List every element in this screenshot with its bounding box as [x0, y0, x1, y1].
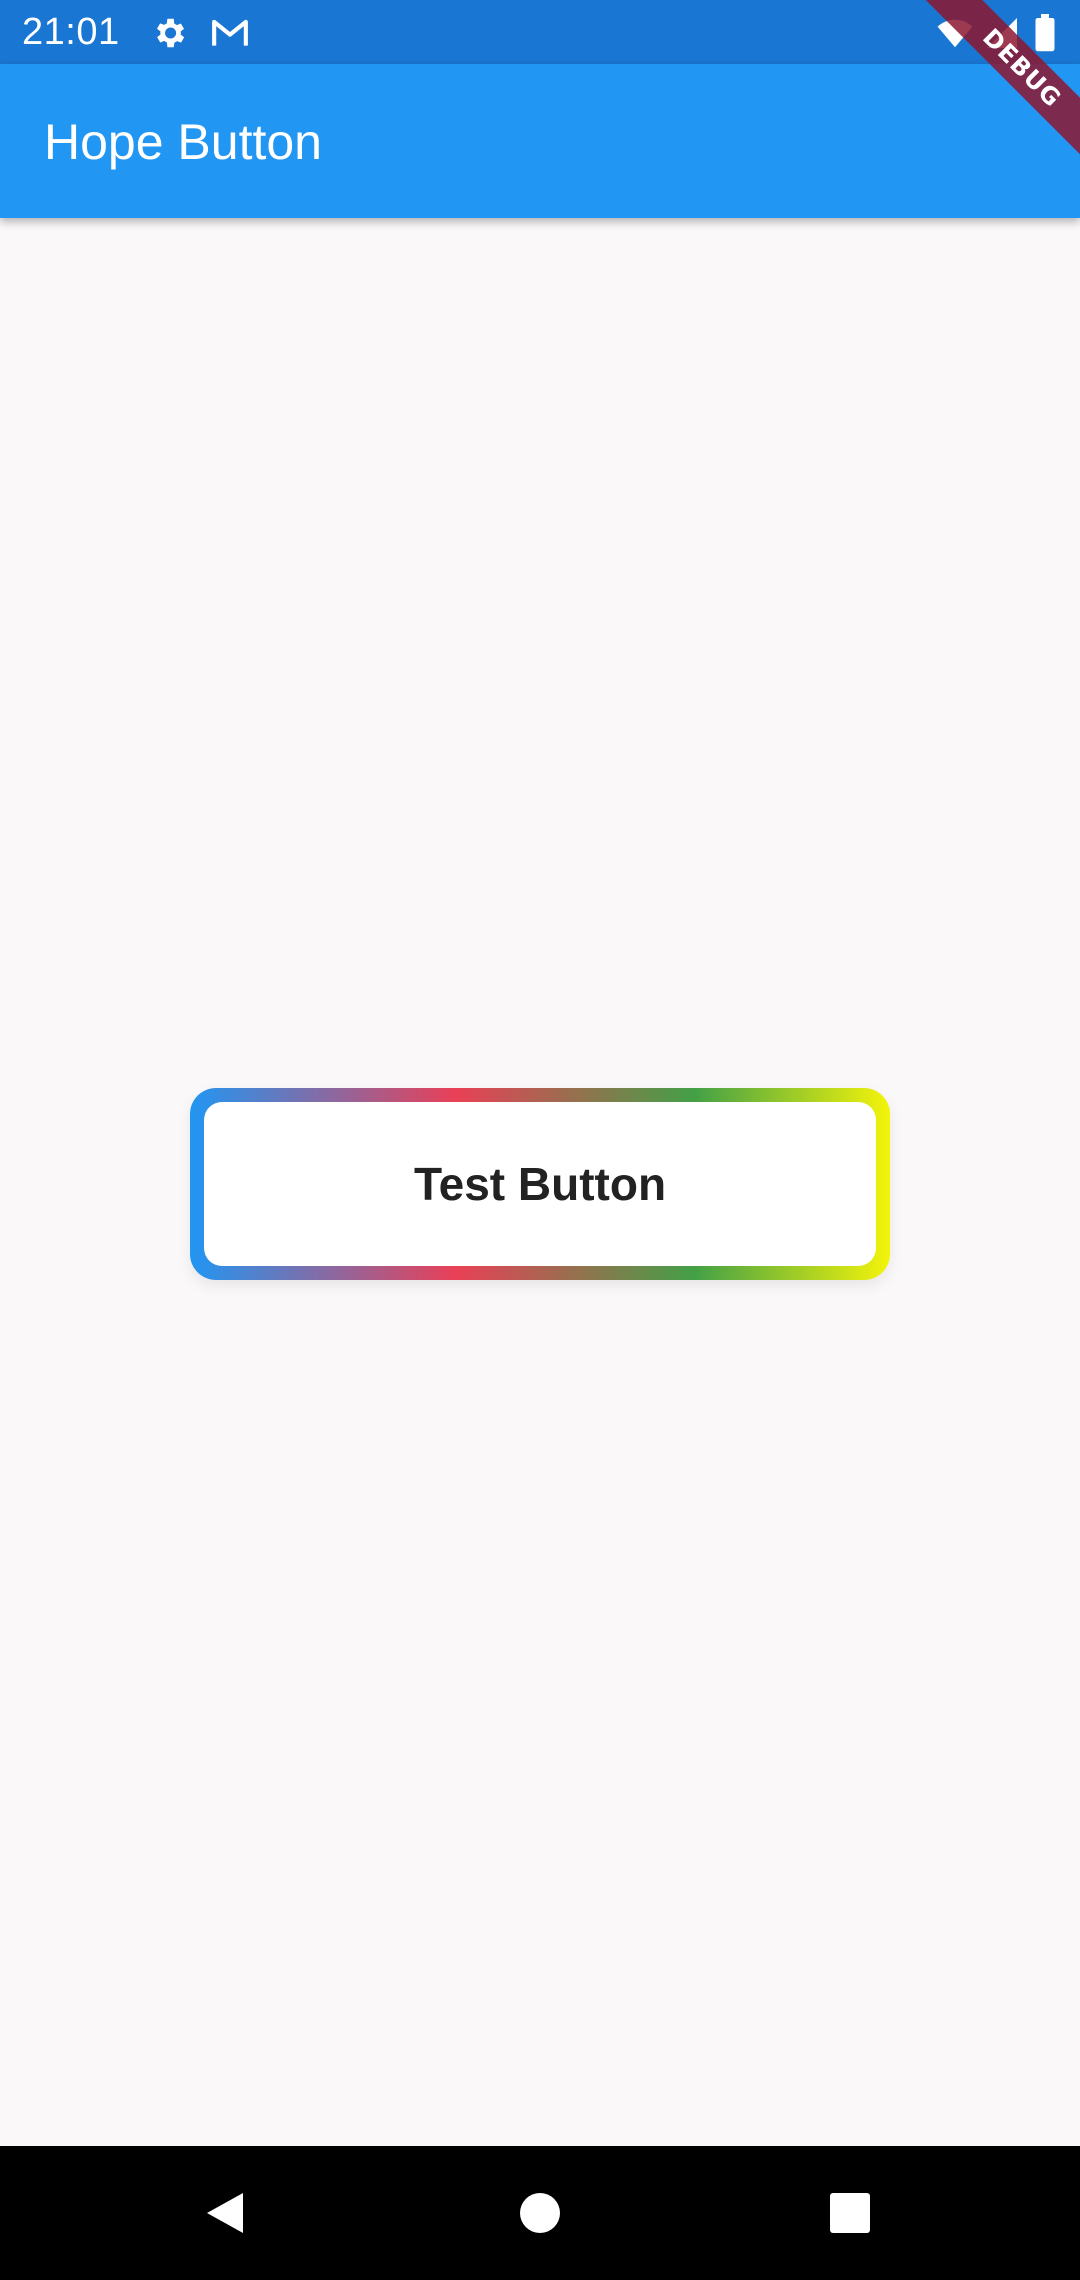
settings-icon	[150, 14, 188, 52]
test-button-label: Test Button	[413, 1158, 667, 1210]
test-button[interactable]: Test Button	[204, 1102, 876, 1266]
wifi-icon	[934, 14, 976, 52]
home-icon[interactable]	[510, 2183, 570, 2243]
app-bar: Hope Button	[0, 64, 1080, 218]
app-title: Hope Button	[44, 114, 322, 170]
status-bar: 21:01	[0, 0, 1080, 64]
status-time: 21:01	[22, 11, 120, 53]
battery-icon	[1032, 14, 1058, 52]
recents-icon[interactable]	[820, 2183, 880, 2243]
back-icon[interactable]	[195, 2183, 255, 2243]
app-screen: 21:01 Hope Button DEBUG Test Button	[0, 0, 1080, 2280]
gmail-icon	[208, 14, 252, 52]
navigation-bar	[0, 2146, 1080, 2280]
test-button-gradient-border: Test Button	[190, 1088, 890, 1280]
signal-icon	[984, 14, 1020, 52]
